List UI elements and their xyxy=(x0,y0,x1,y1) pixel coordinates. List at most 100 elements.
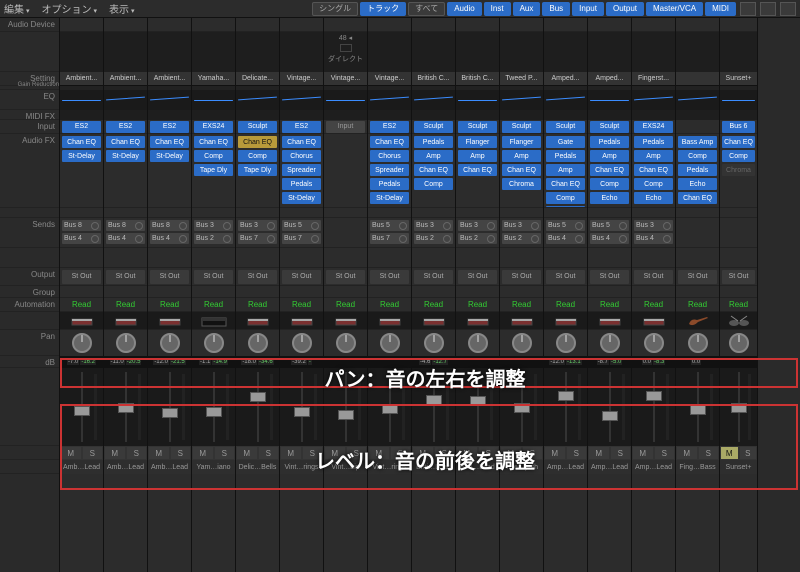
mute-button[interactable]: M xyxy=(60,446,82,460)
send-knob[interactable] xyxy=(91,235,99,243)
automation-mode[interactable]: Read xyxy=(729,300,748,309)
send-slot[interactable]: Bus 5 xyxy=(546,220,585,231)
solo-button[interactable]: S xyxy=(566,446,588,460)
eq-thumbnail[interactable] xyxy=(148,90,191,110)
pan-knob[interactable] xyxy=(729,333,749,353)
send-slot[interactable]: Bus 5 xyxy=(590,220,629,231)
automation-mode[interactable]: Read xyxy=(292,300,311,309)
volume-fader[interactable] xyxy=(148,368,191,446)
midi-fx-slot[interactable] xyxy=(588,110,631,120)
track-icon[interactable] xyxy=(588,312,631,329)
pan-knob[interactable] xyxy=(556,333,576,353)
track-icon[interactable] xyxy=(280,312,323,329)
mute-button[interactable]: M xyxy=(544,446,566,460)
send-knob[interactable] xyxy=(487,222,495,230)
setting-slot[interactable]: Vintage... xyxy=(368,72,411,86)
midi-fx-slot[interactable] xyxy=(456,110,499,120)
audio-fx-slot[interactable]: Spreader xyxy=(370,164,409,176)
volume-fader[interactable] xyxy=(236,368,279,446)
solo-button[interactable]: S xyxy=(170,446,192,460)
eq-thumbnail[interactable] xyxy=(720,90,757,110)
track-icon[interactable] xyxy=(236,312,279,329)
send-slot[interactable]: Bus 8 xyxy=(62,220,101,231)
output-slot[interactable]: St Out xyxy=(282,270,321,284)
track-icon[interactable] xyxy=(192,312,235,329)
send-knob[interactable] xyxy=(135,222,143,230)
audio-fx-slot[interactable]: Comp xyxy=(414,178,453,190)
audio-fx-slot[interactable]: Comp xyxy=(634,178,673,190)
track-name[interactable]: Briti…Lead xyxy=(412,460,455,474)
filter-すべて[interactable]: すべて xyxy=(408,2,445,16)
audio-fx-slot[interactable]: Chroma xyxy=(502,178,541,190)
send-slot[interactable]: Bus 4 xyxy=(590,233,629,244)
track-icon[interactable] xyxy=(544,312,587,329)
midi-fx-slot[interactable] xyxy=(544,110,587,120)
send-knob[interactable] xyxy=(267,222,275,230)
send-slot[interactable]: Bus 4 xyxy=(106,233,145,244)
layout-toggle-3[interactable] xyxy=(780,2,796,16)
audio-fx-slot[interactable]: Tape Dly xyxy=(238,164,277,176)
automation-mode[interactable]: Read xyxy=(512,300,531,309)
audio-fx-slot[interactable]: Chan EQ xyxy=(502,164,541,176)
group-slot[interactable] xyxy=(720,286,757,298)
volume-fader[interactable] xyxy=(104,368,147,446)
automation-mode[interactable]: Read xyxy=(160,300,179,309)
input-slot[interactable]: Sculpt xyxy=(502,121,541,133)
filter-シングル[interactable]: シングル xyxy=(312,2,358,16)
midi-fx-slot[interactable] xyxy=(236,110,279,120)
volume-fader[interactable] xyxy=(280,368,323,446)
mute-button[interactable]: M xyxy=(324,446,346,460)
send-slot[interactable]: Bus 4 xyxy=(62,233,101,244)
audio-fx-slot[interactable]: Comp xyxy=(194,150,233,162)
filter-midi[interactable]: MIDI xyxy=(705,2,736,16)
input-slot[interactable]: Bus 6 xyxy=(722,121,755,133)
eq-thumbnail[interactable] xyxy=(544,90,587,110)
group-slot[interactable] xyxy=(500,286,543,298)
output-slot[interactable]: St Out xyxy=(370,270,409,284)
send-slot[interactable]: Bus 5 xyxy=(282,220,321,231)
automation-mode[interactable]: Read xyxy=(336,300,355,309)
group-slot[interactable] xyxy=(324,286,367,298)
filter-inst[interactable]: Inst xyxy=(484,2,511,16)
audio-fx-slot[interactable]: Comp xyxy=(678,150,717,162)
setting-slot[interactable]: Ambient... xyxy=(60,72,103,86)
setting-slot[interactable]: Ambient... xyxy=(104,72,147,86)
automation-mode[interactable]: Read xyxy=(72,300,91,309)
track-icon[interactable] xyxy=(500,312,543,329)
setting-slot[interactable]: British C... xyxy=(456,72,499,86)
automation-mode[interactable]: Read xyxy=(116,300,135,309)
group-slot[interactable] xyxy=(148,286,191,298)
output-slot[interactable]: St Out xyxy=(458,270,497,284)
output-slot[interactable]: St Out xyxy=(678,270,717,284)
track-icon[interactable] xyxy=(456,312,499,329)
output-slot[interactable]: St Out xyxy=(238,270,277,284)
audio-fx-slot[interactable]: Flanger xyxy=(502,136,541,148)
send-knob[interactable] xyxy=(399,222,407,230)
pan-knob[interactable] xyxy=(600,333,620,353)
audio-fx-slot[interactable]: Pedals xyxy=(590,136,629,148)
menu-view[interactable]: 表示 xyxy=(109,1,135,16)
setting-slot[interactable]: Fingerst... xyxy=(632,72,675,86)
track-name[interactable]: Vint…rings xyxy=(280,460,323,474)
send-slot[interactable]: Bus 7 xyxy=(282,233,321,244)
send-slot[interactable]: Bus 3 xyxy=(458,220,497,231)
send-knob[interactable] xyxy=(619,235,627,243)
send-slot[interactable]: Bus 8 xyxy=(106,220,145,231)
audio-fx-slot[interactable]: Chan EQ xyxy=(634,164,673,176)
solo-button[interactable]: S xyxy=(390,446,412,460)
pan-knob[interactable] xyxy=(248,333,268,353)
audio-fx-slot[interactable]: Comp xyxy=(590,178,629,190)
audio-fx-slot[interactable]: Comp xyxy=(238,150,277,162)
mute-button[interactable]: M xyxy=(720,446,739,460)
eq-thumbnail[interactable] xyxy=(412,90,455,110)
send-slot[interactable]: Bus 2 xyxy=(194,233,233,244)
audio-fx-slot[interactable]: St-Delay xyxy=(282,192,321,204)
setting-slot[interactable]: Amped... xyxy=(544,72,587,86)
midi-fx-slot[interactable] xyxy=(500,110,543,120)
track-icon[interactable] xyxy=(676,312,719,329)
input-slot[interactable]: Sculpt xyxy=(458,121,497,133)
eq-thumbnail[interactable] xyxy=(236,90,279,110)
midi-fx-slot[interactable] xyxy=(324,110,367,120)
setting-slot[interactable]: Ambient... xyxy=(148,72,191,86)
volume-fader[interactable] xyxy=(456,368,499,446)
